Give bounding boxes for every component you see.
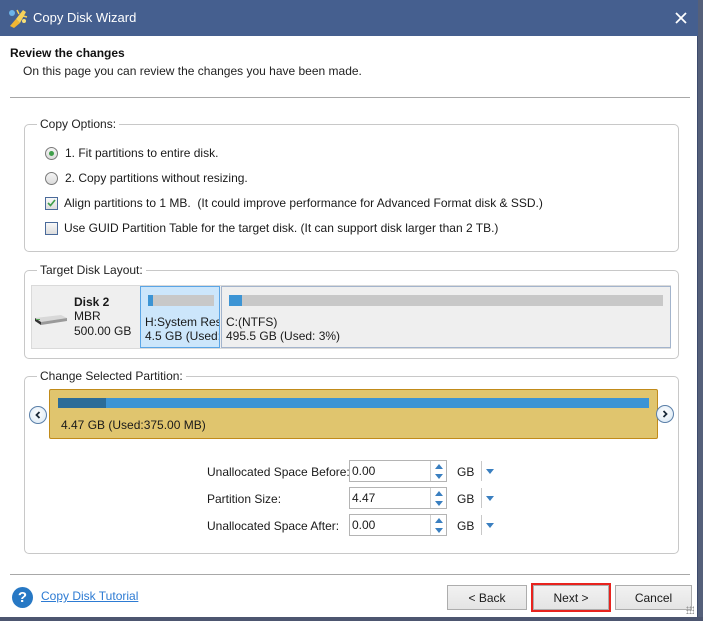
partition-usage-fill (148, 295, 153, 306)
next-button[interactable]: Next > (531, 583, 611, 612)
arrow-down-icon (434, 500, 443, 506)
arrow-down-icon (434, 527, 443, 533)
unit-dropdown[interactable] (484, 519, 496, 531)
checkbox-align-1mb[interactable]: Align partitions to 1 MB. (It could impr… (45, 196, 543, 210)
partition-usage-bar (148, 295, 214, 306)
partition-c-ntfs[interactable]: C:(NTFS) 495.5 GB (Used: 3%) (221, 286, 671, 348)
selected-partition-usage-bar (58, 398, 649, 408)
disk-name: Disk 2 (74, 295, 110, 309)
partition-size-label: Partition Size: (207, 492, 282, 506)
hard-disk-icon (35, 314, 67, 329)
target-disk-layout-legend: Target Disk Layout: (37, 263, 146, 277)
resize-grip[interactable] (686, 606, 694, 614)
checkbox[interactable] (45, 221, 58, 235)
question-mark-icon[interactable]: ? (12, 587, 33, 608)
increment-button[interactable] (431, 488, 446, 498)
unit-divider (481, 488, 482, 508)
unallocated-after-label: Unallocated Space After: (207, 519, 340, 533)
unit-divider (481, 515, 482, 535)
partition-detail: 495.5 GB (Used: 3%) (226, 329, 341, 343)
chevron-right-icon (662, 410, 668, 418)
unallocated-before-label: Unallocated Space Before: (207, 465, 350, 479)
copy-disk-tutorial-link[interactable]: Copy Disk Tutorial (41, 589, 138, 603)
dropdown-arrow-icon (486, 468, 494, 474)
back-button[interactable]: < Back (447, 585, 527, 610)
selected-partition-usage-fill (58, 398, 106, 408)
close-button[interactable] (664, 0, 698, 36)
partition-label: C:(NTFS) (226, 315, 278, 329)
title-bar: Copy Disk Wizard (0, 0, 698, 36)
checkbox-use-gpt-label: Use GUID Partition Table for the target … (64, 221, 499, 235)
previous-partition-button[interactable] (29, 406, 47, 424)
checkbox-align-1mb-label: Align partitions to 1 MB. (It could impr… (64, 196, 543, 210)
change-partition-group: Change Selected Partition: 4.47 GB (Used… (24, 369, 679, 554)
unit-label: GB (457, 465, 475, 479)
partition-detail: 4.5 GB (Used: (145, 329, 220, 343)
selected-partition-block[interactable]: 4.47 GB (Used:375.00 MB) (49, 389, 658, 439)
unit-dropdown[interactable] (484, 492, 496, 504)
unit-dropdown[interactable] (484, 465, 496, 477)
unallocated-before-spinner[interactable] (349, 460, 447, 482)
window-title: Copy Disk Wizard (33, 10, 137, 25)
partition-system-reserved[interactable]: H:System Res 4.5 GB (Used: (140, 286, 220, 348)
background-window-strip (0, 617, 703, 621)
cancel-button[interactable]: Cancel (615, 585, 692, 610)
unit-label: GB (457, 492, 475, 506)
increment-button[interactable] (431, 461, 446, 471)
dropdown-arrow-icon (486, 522, 494, 528)
radio-fit-partitions-label: 1. Fit partitions to entire disk. (65, 146, 219, 160)
chevron-left-icon (35, 411, 41, 419)
radio-copy-without-resizing-label: 2. Copy partitions without resizing. (65, 171, 248, 185)
next-partition-button[interactable] (656, 405, 674, 423)
decrement-button[interactable] (431, 471, 446, 481)
dropdown-arrow-icon (486, 495, 494, 501)
arrow-down-icon (434, 473, 443, 479)
disk-partition-style: MBR (74, 309, 101, 323)
change-partition-legend: Change Selected Partition: (37, 369, 186, 383)
wizard-wand-icon (7, 7, 29, 29)
footer-divider (10, 574, 690, 575)
decrement-button[interactable] (431, 525, 446, 535)
arrow-up-icon (434, 490, 443, 496)
partition-size-input[interactable] (350, 488, 430, 508)
partition-usage-bar (229, 295, 663, 306)
disk-info[interactable]: Disk 2 MBR 500.00 GB (32, 286, 140, 348)
close-icon (675, 12, 687, 24)
disk-map: Disk 2 MBR 500.00 GB H:System Res 4.5 GB… (31, 285, 671, 349)
header-divider (10, 97, 690, 98)
radio-fit-partitions[interactable]: 1. Fit partitions to entire disk. (45, 146, 218, 160)
disk-capacity: 500.00 GB (74, 324, 132, 338)
copy-options-legend: Copy Options: (37, 117, 120, 131)
page-heading: Review the changes (10, 46, 125, 60)
copy-disk-wizard-window: Copy Disk Wizard Review the changes On t… (0, 0, 698, 617)
checkbox-use-gpt[interactable]: Use GUID Partition Table for the target … (45, 221, 498, 235)
checkbox-checked[interactable] (45, 196, 58, 210)
radio-copy-without-resizing[interactable]: 2. Copy partitions without resizing. (45, 171, 248, 185)
page-subheading: On this page you can review the changes … (23, 64, 362, 78)
radio-button[interactable] (45, 171, 58, 185)
arrow-up-icon (434, 517, 443, 523)
decrement-button[interactable] (431, 498, 446, 508)
unit-label: GB (457, 519, 475, 533)
partition-label: H:System Res (145, 315, 220, 329)
partition-size-spinner[interactable] (349, 487, 447, 509)
unallocated-after-input[interactable] (350, 515, 430, 535)
checkmark-icon (47, 199, 56, 207)
selected-partition-label: 4.47 GB (Used:375.00 MB) (61, 418, 206, 432)
radio-button-checked[interactable] (45, 146, 58, 160)
increment-button[interactable] (431, 515, 446, 525)
partition-usage-fill (229, 295, 242, 306)
target-disk-layout-group: Target Disk Layout: Disk 2 MBR 500.00 GB (24, 263, 679, 359)
unallocated-before-input[interactable] (350, 461, 430, 481)
unallocated-after-spinner[interactable] (349, 514, 447, 536)
arrow-up-icon (434, 463, 443, 469)
unit-divider (481, 461, 482, 481)
copy-options-group: Copy Options: 1. Fit partitions to entir… (24, 117, 679, 252)
